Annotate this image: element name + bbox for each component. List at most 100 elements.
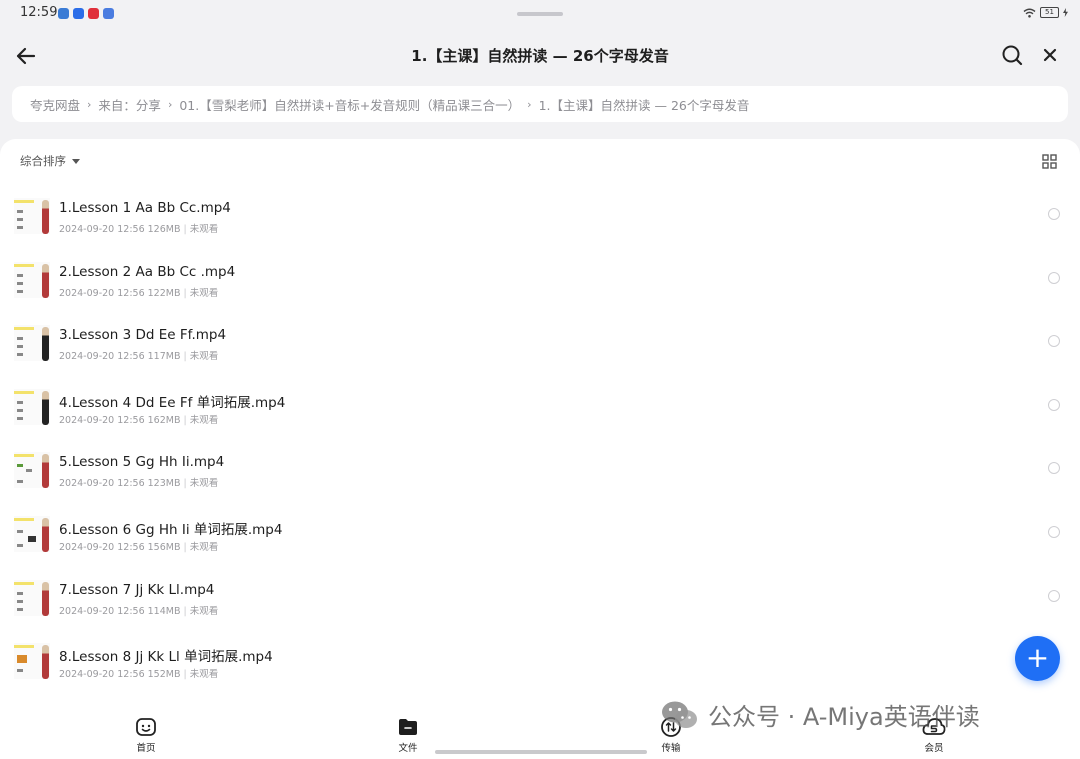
- select-radio[interactable]: [1048, 590, 1060, 602]
- smiley-home-icon: [136, 718, 156, 736]
- file-row[interactable]: 5.Lesson 5 Gg Hh Ii.mp4 2024-09-20 12:56…: [0, 444, 1080, 504]
- file-meta: 2024-09-20 12:56 152MB | 未观看: [59, 669, 219, 680]
- file-size: 126MB: [147, 224, 181, 235]
- watch-status: 未观看: [189, 669, 219, 680]
- file-row[interactable]: 2.Lesson 2 Aa Bb Cc .mp4 2024-09-20 12:5…: [0, 254, 1080, 314]
- file-date: 2024-09-20 12:56: [59, 415, 145, 426]
- page-title: 1.【主课】自然拼读 — 26个字母发音: [411, 47, 669, 65]
- file-meta: 2024-09-20 12:56 122MB | 未观看: [59, 288, 219, 299]
- file-row[interactable]: 8.Lesson 8 Jj Kk Ll 单词拓展.mp4 2024-09-20 …: [0, 635, 1080, 695]
- app-notification-icon: [58, 8, 69, 19]
- video-thumbnail: [14, 643, 50, 679]
- video-thumbnail: [14, 516, 50, 552]
- home-indicator[interactable]: [435, 750, 647, 754]
- sort-label: 综合排序: [20, 154, 66, 168]
- watch-status: 未观看: [189, 415, 219, 426]
- charging-icon: [1063, 8, 1068, 17]
- file-row[interactable]: 7.Lesson 7 Jj Kk Ll.mp4 2024-09-20 12:56…: [0, 572, 1080, 632]
- title-bar: 1.【主课】自然拼读 — 26个字母发音: [0, 30, 1080, 82]
- file-date: 2024-09-20 12:56: [59, 351, 145, 362]
- file-name: 3.Lesson 3 Dd Ee Ff.mp4: [59, 327, 227, 343]
- sort-dropdown[interactable]: 综合排序: [20, 153, 80, 169]
- add-button[interactable]: +: [1015, 636, 1060, 681]
- watch-status: 未观看: [189, 542, 219, 553]
- file-meta: 2024-09-20 12:56 123MB | 未观看: [59, 478, 219, 489]
- file-name: 5.Lesson 5 Gg Hh Ii.mp4: [59, 454, 225, 470]
- file-size: 114MB: [147, 606, 181, 617]
- file-meta: 2024-09-20 12:56 156MB | 未观看: [59, 542, 219, 553]
- status-bar: 12:59 51: [0, 0, 1080, 28]
- battery-icon: 51: [1040, 7, 1059, 18]
- nav-label-files: 文件: [398, 743, 418, 754]
- file-meta: 2024-09-20 12:56 126MB | 未观看: [59, 224, 219, 235]
- select-radio[interactable]: [1048, 208, 1060, 220]
- folder-icon: [399, 719, 417, 735]
- file-size: 152MB: [147, 669, 181, 680]
- grid-view-icon[interactable]: [1042, 154, 1057, 169]
- file-meta: 2024-09-20 12:56 117MB | 未观看: [59, 351, 219, 362]
- file-size: 117MB: [147, 351, 181, 362]
- file-row[interactable]: 4.Lesson 4 Dd Ee Ff 单词拓展.mp4 2024-09-20 …: [0, 381, 1080, 441]
- select-radio[interactable]: [1048, 399, 1060, 411]
- breadcrumb-item-share[interactable]: 来自：分享: [96, 95, 163, 114]
- file-name: 8.Lesson 8 Jj Kk Ll 单词拓展.mp4: [59, 649, 273, 665]
- select-radio[interactable]: [1048, 462, 1060, 474]
- file-date: 2024-09-20 12:56: [59, 224, 145, 235]
- file-date: 2024-09-20 12:56: [59, 606, 145, 617]
- video-thumbnail: [14, 325, 50, 361]
- video-thumbnail: [14, 198, 50, 234]
- nav-label-vip: 会员: [924, 743, 944, 754]
- wifi-icon: [1023, 8, 1036, 18]
- file-meta: 2024-09-20 12:56 162MB | 未观看: [59, 415, 219, 426]
- app-notification-icon: [103, 8, 114, 19]
- window-drag-handle[interactable]: [517, 12, 563, 16]
- watermark-text: 公众号 · A-Miya英语伴读: [708, 703, 980, 731]
- nav-label-transfer: 传输: [661, 743, 681, 754]
- breadcrumb-item-current: 1.【主课】自然拼读 — 26个字母发音: [538, 97, 750, 113]
- file-row[interactable]: 1.Lesson 1 Aa Bb Cc.mp4 2024-09-20 12:56…: [0, 190, 1080, 250]
- file-date: 2024-09-20 12:56: [59, 669, 145, 680]
- file-name: 6.Lesson 6 Gg Hh Ii 单词拓展.mp4: [59, 522, 283, 538]
- nav-item-files[interactable]: 文件: [378, 716, 438, 754]
- breadcrumb-item-folder[interactable]: 01.【雪梨老师】自然拼读+音标+发音规则（精品课三合一）: [177, 95, 522, 114]
- watch-status: 未观看: [189, 288, 219, 299]
- file-row[interactable]: 6.Lesson 6 Gg Hh Ii 单词拓展.mp4 2024-09-20 …: [0, 508, 1080, 568]
- video-thumbnail: [14, 580, 50, 616]
- caret-down-icon: [72, 158, 80, 164]
- chevron-right-icon: ›: [167, 97, 173, 111]
- file-name: 1.Lesson 1 Aa Bb Cc.mp4: [59, 200, 231, 216]
- breadcrumb-item-root[interactable]: 夸克网盘: [12, 95, 82, 114]
- file-size: 122MB: [147, 288, 181, 299]
- watermark: 公众号 · A-Miya英语伴读: [660, 697, 980, 732]
- file-row[interactable]: 3.Lesson 3 Dd Ee Ff.mp4 2024-09-20 12:56…: [0, 317, 1080, 377]
- close-icon[interactable]: [1038, 43, 1062, 67]
- file-meta: 2024-09-20 12:56 114MB | 未观看: [59, 606, 219, 617]
- nav-label-home: 首页: [136, 743, 156, 754]
- video-thumbnail: [14, 452, 50, 488]
- app-notification-icon: [88, 8, 99, 19]
- select-radio[interactable]: [1048, 335, 1060, 347]
- select-radio[interactable]: [1048, 272, 1060, 284]
- app-notification-icon: [73, 8, 84, 19]
- status-time: 12:59: [20, 5, 58, 20]
- nav-item-home[interactable]: 首页: [116, 716, 176, 754]
- search-icon[interactable]: [1000, 43, 1024, 67]
- video-thumbnail: [14, 389, 50, 425]
- chevron-right-icon: ›: [527, 97, 532, 111]
- file-size: 162MB: [147, 415, 181, 426]
- notification-icons: [58, 8, 114, 19]
- file-date: 2024-09-20 12:56: [59, 542, 145, 553]
- watch-status: 未观看: [189, 351, 219, 362]
- chevron-right-icon: ›: [87, 97, 92, 111]
- file-size: 123MB: [147, 478, 181, 489]
- system-status: 51: [1023, 7, 1068, 18]
- video-thumbnail: [14, 262, 50, 298]
- breadcrumb: 夸克网盘 › 来自：分享 › 01.【雪梨老师】自然拼读+音标+发音规则（精品课…: [12, 86, 1068, 122]
- file-name: 4.Lesson 4 Dd Ee Ff 单词拓展.mp4: [59, 395, 286, 411]
- file-date: 2024-09-20 12:56: [59, 478, 145, 489]
- select-radio[interactable]: [1048, 526, 1060, 538]
- file-name: 7.Lesson 7 Jj Kk Ll.mp4: [59, 582, 215, 598]
- watch-status: 未观看: [189, 478, 219, 489]
- watch-status: 未观看: [189, 224, 219, 235]
- file-date: 2024-09-20 12:56: [59, 288, 145, 299]
